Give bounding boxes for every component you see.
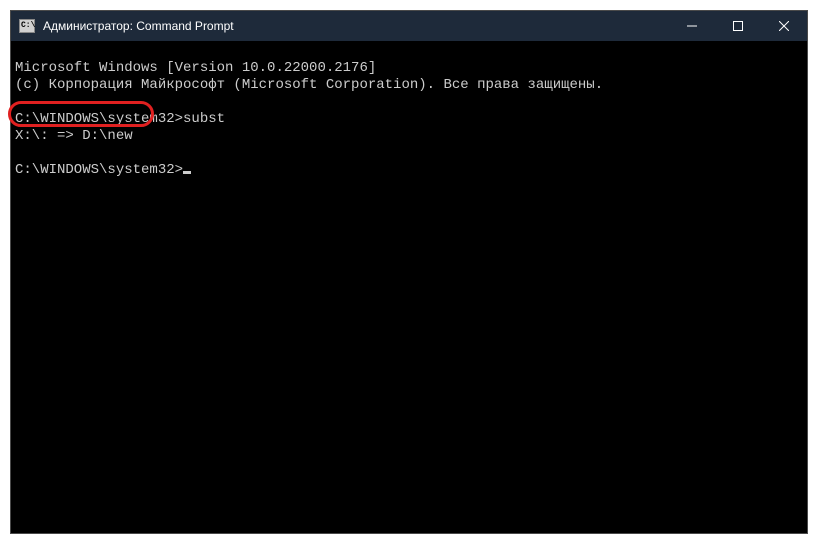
terminal-line: Microsoft Windows [Version 10.0.22000.21…: [15, 60, 376, 76]
cmd-icon: C:\: [19, 19, 35, 33]
terminal-prompt: C:\WINDOWS\system32>: [15, 162, 183, 178]
minimize-button[interactable]: [669, 11, 715, 41]
terminal-area[interactable]: Microsoft Windows [Version 10.0.22000.21…: [11, 41, 807, 533]
window-title: Администратор: Command Prompt: [43, 19, 234, 33]
close-button[interactable]: [761, 11, 807, 41]
command-prompt-window: C:\ Администратор: Command Prompt Micros…: [10, 10, 808, 534]
cursor: [183, 171, 191, 174]
terminal-prompt: C:\WINDOWS\system32>: [15, 111, 183, 127]
terminal-command: subst: [183, 111, 225, 127]
titlebar-left: C:\ Администратор: Command Prompt: [19, 19, 234, 33]
titlebar[interactable]: C:\ Администратор: Command Prompt: [11, 11, 807, 41]
window-controls: [669, 11, 807, 41]
terminal-line: (c) Корпорация Майкрософт (Microsoft Cor…: [15, 77, 603, 93]
maximize-button[interactable]: [715, 11, 761, 41]
terminal-output: X:\: => D:\new: [15, 128, 133, 144]
